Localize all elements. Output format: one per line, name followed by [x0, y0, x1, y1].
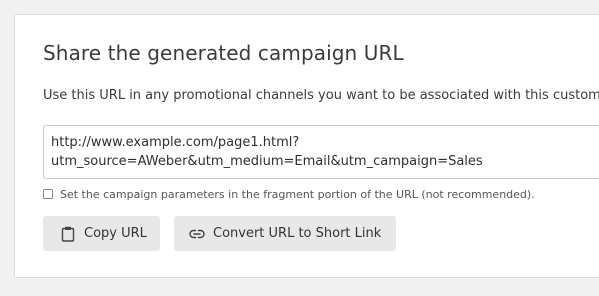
- share-url-panel: Share the generated campaign URL Use thi…: [14, 14, 599, 278]
- section-title: Share the generated campaign URL: [43, 41, 404, 65]
- link-icon: [189, 226, 205, 242]
- fragment-checkbox[interactable]: [43, 189, 53, 199]
- fragment-checkbox-label[interactable]: Set the campaign parameters in the fragm…: [60, 188, 535, 201]
- url-line-2: utm_source=AWeber&utm_medium=Email&utm_c…: [51, 154, 483, 169]
- convert-short-link-label: Convert URL to Short Link: [213, 226, 382, 241]
- section-description: Use this URL in any promotional channels…: [43, 88, 599, 103]
- convert-short-link-button[interactable]: Convert URL to Short Link: [174, 216, 396, 251]
- generated-url-field[interactable]: http://www.example.com/page1.html? utm_s…: [43, 125, 599, 179]
- copy-url-button[interactable]: Copy URL: [43, 216, 160, 251]
- clipboard-icon: [60, 226, 76, 242]
- fragment-option-row: Set the campaign parameters in the fragm…: [43, 186, 535, 202]
- copy-url-label: Copy URL: [84, 226, 147, 241]
- url-line-1: http://www.example.com/page1.html?: [51, 135, 300, 150]
